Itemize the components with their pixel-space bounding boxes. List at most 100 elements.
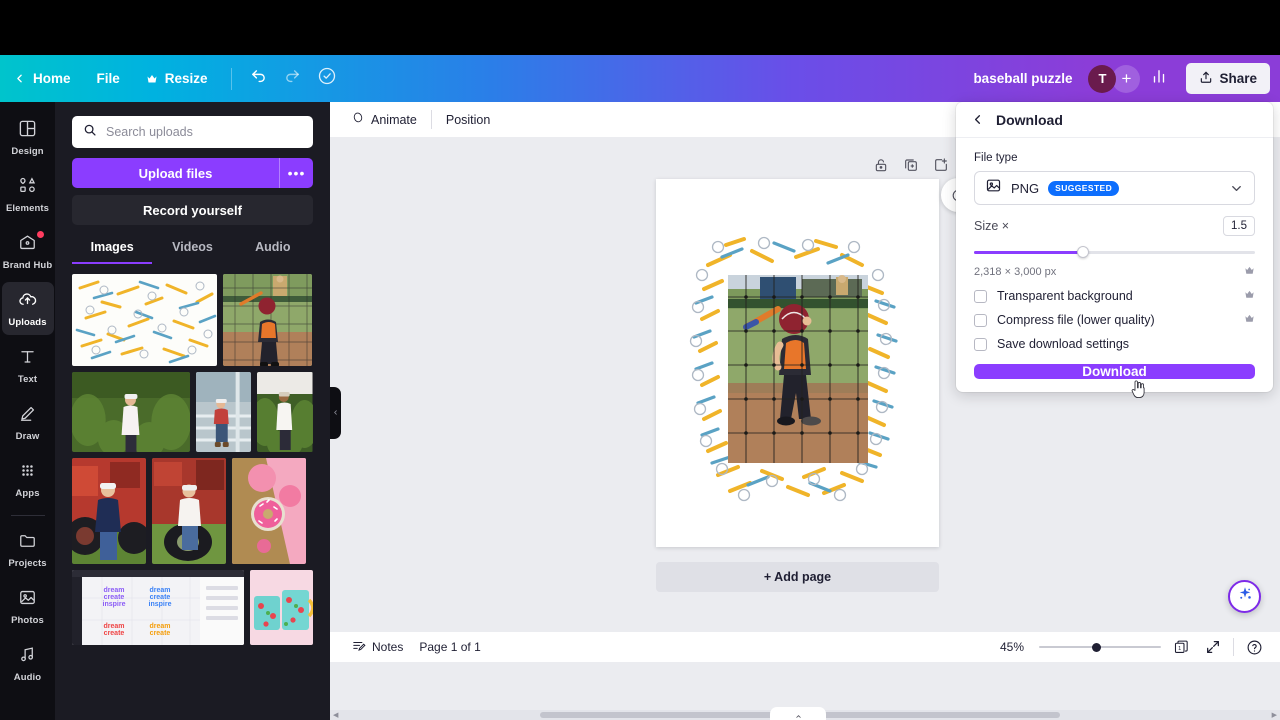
undo-button[interactable] — [242, 62, 276, 96]
design-icon — [18, 119, 37, 143]
fullscreen-icon[interactable] — [1202, 636, 1224, 658]
upload-thumbnail-tractor-tire[interactable] — [152, 458, 226, 564]
apps-icon — [18, 461, 37, 485]
scroll-left-arrow-icon[interactable]: ◀ — [333, 711, 338, 719]
design-page-canvas[interactable] — [656, 179, 939, 547]
compress-file-checkbox[interactable] — [974, 313, 987, 327]
sidebar-item-label: Draw — [15, 430, 40, 442]
sidebar-item-text[interactable]: Text — [2, 339, 54, 392]
sidebar-item-label: Design — [11, 145, 44, 157]
page-count-icon[interactable]: 1 — [1170, 636, 1193, 659]
upload-thumbnail-baseball-batter[interactable] — [223, 274, 312, 366]
chevron-down-icon[interactable] — [1229, 181, 1244, 196]
option-label: Transparent background — [997, 289, 1133, 303]
resize-button[interactable]: Resize — [133, 64, 221, 93]
option-save-download-settings[interactable]: Save download settings — [974, 337, 1255, 351]
avatar[interactable]: T — [1088, 64, 1117, 93]
invite-members-button[interactable]: + — [1112, 64, 1141, 93]
canva-editor-window: Home File Resize baseball puzzle T + Sha… — [0, 0, 1280, 720]
sidebar-item-apps[interactable]: Apps — [2, 453, 54, 506]
sidebar-item-design[interactable]: Design — [2, 111, 54, 164]
uploads-grid-row — [72, 274, 313, 366]
document-title[interactable]: baseball puzzle — [973, 71, 1072, 86]
duplicate-page-icon[interactable] — [903, 157, 919, 173]
page-tools — [873, 157, 949, 173]
redo-button[interactable] — [276, 62, 310, 96]
tab-videos[interactable]: Videos — [152, 240, 232, 264]
size-label: Size × — [974, 219, 1010, 233]
crown-icon — [1244, 265, 1255, 279]
file-type-value: PNG — [1011, 180, 1040, 196]
upload-thumbnail-design-screenshot[interactable]: dream create inspire dream create inspir… — [72, 570, 244, 645]
sidebar-item-elements[interactable]: Elements — [2, 168, 54, 221]
add-page-button[interactable]: + Add page — [656, 562, 939, 592]
tab-audio[interactable]: Audio — [233, 240, 313, 264]
zoom-level-label[interactable]: 45% — [1000, 640, 1030, 654]
download-panel-body: File type PNG SUGGESTED Size × 1.5 2,318… — [956, 138, 1273, 351]
notification-badge-dot — [36, 231, 44, 238]
upload-thumbnail-bats-pattern[interactable] — [72, 274, 217, 366]
animate-button[interactable]: Animate — [342, 106, 426, 133]
search-input[interactable] — [106, 125, 302, 139]
cloud-save-status-button[interactable] — [310, 62, 344, 96]
record-yourself-button[interactable]: Record yourself — [72, 195, 313, 225]
insights-button[interactable] — [1142, 62, 1176, 96]
upload-thumbnail-senior-field[interactable] — [72, 372, 190, 452]
svg-text:create: create — [104, 594, 125, 601]
share-label: Share — [1219, 71, 1257, 86]
upload-more-options-button[interactable]: ••• — [279, 158, 313, 188]
sidebar-item-uploads[interactable]: Uploads — [1, 282, 54, 335]
sidebar-item-label: Apps — [15, 487, 40, 499]
zoom-slider-knob[interactable] — [1092, 643, 1101, 652]
file-type-select[interactable]: PNG SUGGESTED — [974, 171, 1255, 205]
sidebar-item-label: Text — [17, 373, 38, 385]
brand-hub-icon — [18, 233, 37, 257]
sidebar-item-audio[interactable]: Audio — [2, 637, 54, 690]
size-slider-knob[interactable] — [1076, 246, 1089, 258]
upload-files-button[interactable]: Upload files — [72, 158, 279, 188]
magic-studio-button[interactable] — [1228, 580, 1261, 613]
cloud-saved-icon — [317, 66, 337, 91]
sidebar-item-label: Elements — [5, 202, 50, 214]
notes-button[interactable]: Notes — [344, 635, 411, 660]
dimensions-row: 2,318 × 3,000 px — [974, 265, 1255, 279]
size-slider[interactable] — [974, 245, 1255, 259]
crown-icon — [1244, 313, 1255, 327]
home-button[interactable]: Home — [0, 64, 84, 93]
photos-icon — [18, 588, 37, 612]
upload-thumbnail-portrait-greens[interactable] — [257, 372, 313, 452]
option-transparent-background[interactable]: Transparent background — [974, 289, 1255, 303]
upload-thumbnail-fruit-mugs[interactable] — [250, 570, 313, 645]
sidebar-item-draw[interactable]: Draw — [2, 396, 54, 449]
share-button[interactable]: Share — [1186, 63, 1270, 94]
sidebar-item-photos[interactable]: Photos — [2, 580, 54, 633]
add-page-icon[interactable] — [933, 157, 949, 173]
file-menu-button[interactable]: File — [84, 64, 133, 93]
sidebar-item-projects[interactable]: Projects — [2, 523, 54, 576]
upload-thumbnail-donut-flatlay[interactable] — [232, 458, 306, 564]
upload-thumbnail-bleachers[interactable] — [195, 372, 252, 452]
option-compress-file[interactable]: Compress file (lower quality) — [974, 313, 1255, 327]
tab-images[interactable]: Images — [72, 240, 153, 264]
zoom-slider[interactable] — [1039, 640, 1161, 654]
position-button[interactable]: Position — [437, 108, 499, 132]
panel-collapse-handle[interactable] — [330, 387, 341, 439]
undo-icon — [250, 68, 267, 90]
notes-label: Notes — [372, 640, 404, 654]
transparent-background-checkbox[interactable] — [974, 289, 987, 303]
upload-thumbnail-tractor-ffa[interactable] — [72, 458, 146, 564]
search-uploads-box[interactable] — [72, 116, 313, 148]
help-icon[interactable] — [1243, 636, 1266, 659]
lock-icon[interactable] — [873, 157, 889, 173]
scroll-right-arrow-icon[interactable]: ▶ — [1272, 711, 1277, 719]
text-icon — [18, 347, 37, 371]
chevron-left-icon — [332, 404, 339, 422]
back-button[interactable] — [970, 112, 985, 127]
svg-text:dream: dream — [149, 623, 170, 630]
save-download-settings-checkbox[interactable] — [974, 337, 987, 351]
size-value-input[interactable]: 1.5 — [1223, 216, 1255, 236]
page-panel-toggle[interactable] — [770, 707, 826, 720]
sidebar-item-brand-hub[interactable]: Brand Hub — [2, 225, 54, 278]
size-slider-fill — [974, 251, 1084, 254]
download-button[interactable]: Download — [974, 364, 1255, 398]
